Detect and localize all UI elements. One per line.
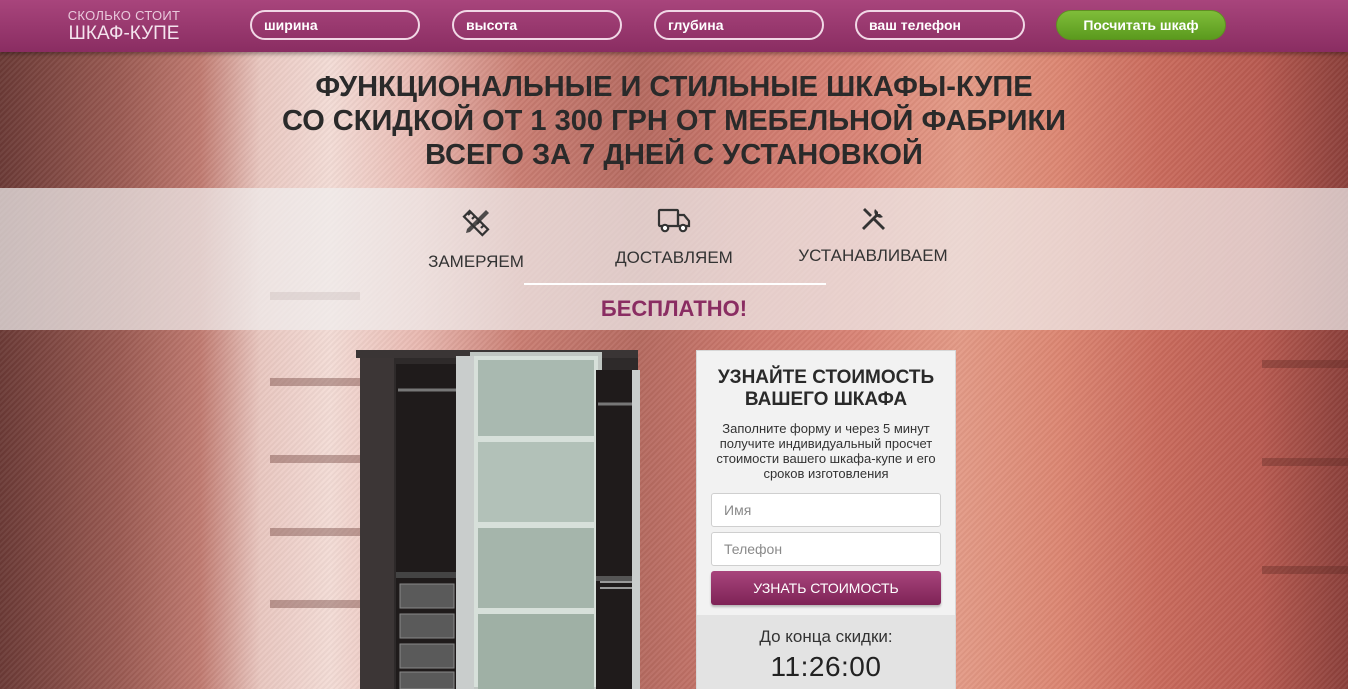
discount-countdown: До конца скидки: 11:26:00 [697,615,955,689]
countdown-time: 11:26:00 [770,651,882,682]
countdown-label: До конца скидки: [759,627,893,646]
logo-line1: СКОЛЬКО СТОИТ [67,8,181,23]
feature-delivery: ДОСТАВЛЯЕМ [604,205,744,268]
truck-icon [604,205,744,240]
wardrobe-image [356,350,646,689]
headline-line2: СО СКИДКОЙ ОТ 1 300 ГРН ОТ МЕБЕЛЬНОЙ ФАБ… [281,105,1067,137]
page-headline: ФУНКЦИОНАЛЬНЫЕ И СТИЛЬНЫЕ ШКАФЫ-КУПЕ СО … [0,70,1348,172]
logo[interactable]: СКОЛЬКО СТОИТ ШКАФ-КУПЕ [56,9,192,43]
phone-field[interactable] [711,532,941,566]
depth-input[interactable] [654,10,824,40]
feature-label-delivery: ДОСТАВЛЯЕМ [615,248,733,267]
form-title-line1: УЗНАЙТЕ СТОИМОСТЬ [717,367,935,388]
form-description: Заполните форму и через 5 минут получите… [716,421,936,481]
tools-icon [788,205,958,238]
get-price-button[interactable]: УЗНАТЬ СТОИМОСТЬ [711,571,941,605]
feature-measure: ЗАМЕРЯЕМ [416,207,536,272]
headline-line3: ВСЕГО ЗА 7 ДНЕЙ С УСТАНОВКОЙ [425,139,923,171]
top-bar: СКОЛЬКО СТОИТ ШКАФ-КУПЕ Посчитать шкаф [0,0,1348,52]
logo-line2: ШКАФ-КУПЕ [68,23,180,44]
feature-label-install: УСТАНАВЛИВАЕМ [798,246,948,265]
width-input[interactable] [250,10,420,40]
features-divider [524,283,826,285]
free-label: БЕСПЛАТНО! [600,296,748,321]
form-title: УЗНАЙТЕ СТОИМОСТЬ ВАШЕГО ШКАФА [697,367,955,411]
form-title-line2: ВАШЕГО ШКАФА [744,389,908,410]
ruler-pencil-icon [416,207,536,244]
name-field[interactable] [711,493,941,527]
price-request-form: УЗНАЙТЕ СТОИМОСТЬ ВАШЕГО ШКАФА Заполните… [696,350,956,689]
phone-input[interactable] [855,10,1025,40]
height-input[interactable] [452,10,622,40]
feature-label-measure: ЗАМЕРЯЕМ [428,252,524,271]
calculate-wardrobe-button[interactable]: Посчитать шкаф [1056,10,1226,40]
feature-install: УСТАНАВЛИВАЕМ [788,205,958,266]
headline-line1: ФУНКЦИОНАЛЬНЫЕ И СТИЛЬНЫЕ ШКАФЫ-КУПЕ [315,71,1033,103]
